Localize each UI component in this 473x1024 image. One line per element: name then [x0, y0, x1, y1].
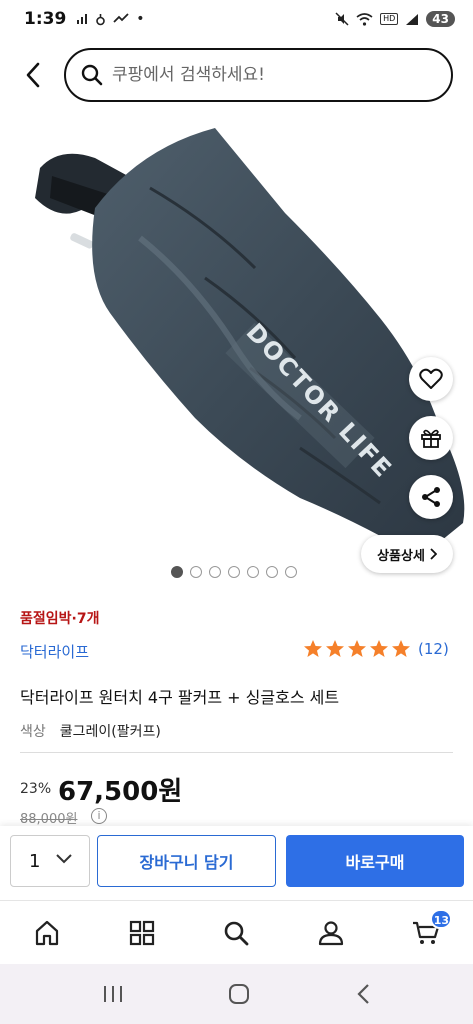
original-price: 88,000원 — [20, 812, 78, 827]
review-count[interactable]: (12) — [418, 640, 449, 658]
nav-search[interactable] — [189, 901, 284, 964]
carousel-dot[interactable] — [171, 566, 183, 578]
search-input[interactable] — [112, 65, 451, 85]
back-arrow-icon — [26, 62, 40, 88]
status-right: HD 43 — [335, 11, 455, 27]
nav-my-account[interactable] — [284, 901, 379, 964]
system-nav-bar — [0, 964, 473, 1024]
buy-now-button[interactable]: 바로구매 — [286, 835, 464, 887]
product-image[interactable]: DOCTOR LIFE — [0, 128, 473, 558]
cart-count-badge: 13 — [430, 909, 453, 929]
nav-cart[interactable]: 13 — [378, 901, 473, 964]
quantity-select[interactable]: 1 — [10, 835, 90, 887]
add-to-cart-button[interactable]: 장바구니 담기 — [97, 835, 276, 887]
star-icon — [348, 640, 366, 657]
star-icon — [304, 640, 322, 657]
carousel-dot[interactable] — [247, 566, 259, 578]
carousel-dot[interactable] — [266, 566, 278, 578]
quantity-value: 1 — [29, 850, 41, 872]
divider — [20, 752, 453, 753]
carousel-dot[interactable] — [209, 566, 221, 578]
nav-home[interactable] — [0, 901, 95, 964]
star-icon — [370, 640, 388, 657]
back-button[interactable] — [18, 60, 48, 90]
star-icon — [392, 640, 410, 657]
header — [0, 46, 473, 104]
product-detail-label: 상품상세 — [377, 548, 425, 564]
gift-icon — [421, 429, 441, 448]
nav-category[interactable] — [95, 901, 190, 964]
status-notification-icons: • — [76, 11, 145, 27]
bottom-nav: 13 — [0, 900, 473, 964]
share-button[interactable] — [409, 475, 453, 519]
chevron-down-icon — [56, 854, 72, 864]
back-nav-icon[interactable] — [354, 982, 372, 1006]
gift-button[interactable] — [409, 416, 453, 460]
product-option[interactable]: 색상 쿨그레이(팔커프) — [20, 721, 161, 741]
discount-rate: 23% — [20, 781, 52, 797]
signal-small-icon — [77, 14, 88, 24]
search-icon — [225, 921, 249, 945]
home-button-icon[interactable] — [227, 982, 251, 1006]
hd-voice-badge: HD — [380, 13, 399, 25]
home-icon — [36, 920, 59, 945]
mute-icon — [335, 12, 349, 26]
arm-cuff-image: DOCTOR LIFE — [35, 128, 465, 558]
carousel-dot[interactable] — [228, 566, 240, 578]
battery-indicator: 43 — [426, 11, 455, 27]
recent-apps-icon[interactable] — [101, 983, 125, 1005]
more-dot-icon: • — [136, 11, 145, 27]
share-icon — [422, 487, 440, 507]
carousel-dot[interactable] — [190, 566, 202, 578]
search-icon — [81, 64, 103, 86]
chevron-right-icon — [430, 548, 437, 560]
stock-badge: 품절임박·7개 — [20, 611, 100, 627]
purchase-bar: 1 장바구니 담기 바로구매 — [0, 826, 473, 900]
sale-price: 67,500원 — [58, 777, 183, 807]
cell-signal-icon — [406, 13, 419, 25]
status-bar: 1:39 • HD 43 — [0, 0, 473, 38]
carousel-dot[interactable] — [285, 566, 297, 578]
app-notification-icon — [113, 13, 129, 23]
product-title: 닥터라이프 원터치 4구 팔커프 + 싱글호스 세트 — [20, 688, 340, 707]
heart-icon — [419, 368, 443, 389]
notification-icon — [96, 13, 106, 25]
category-icon — [129, 920, 154, 945]
price-info-icon[interactable]: i — [91, 808, 107, 824]
star-icon — [326, 640, 344, 657]
carousel-dots — [171, 566, 297, 578]
product-detail-button[interactable]: 상품상세 — [361, 535, 453, 573]
brand-link[interactable]: 닥터라이프 — [20, 641, 89, 662]
user-icon — [318, 920, 344, 945]
option-label: 색상 — [20, 724, 46, 740]
option-value: 쿨그레이(팔커프) — [59, 724, 161, 740]
search-bar[interactable] — [64, 48, 453, 102]
wifi-icon — [356, 12, 373, 26]
status-time: 1:39 — [24, 9, 67, 29]
wishlist-button[interactable] — [409, 357, 453, 401]
rating[interactable]: (12) — [303, 639, 449, 659]
star-rating — [303, 639, 413, 659]
